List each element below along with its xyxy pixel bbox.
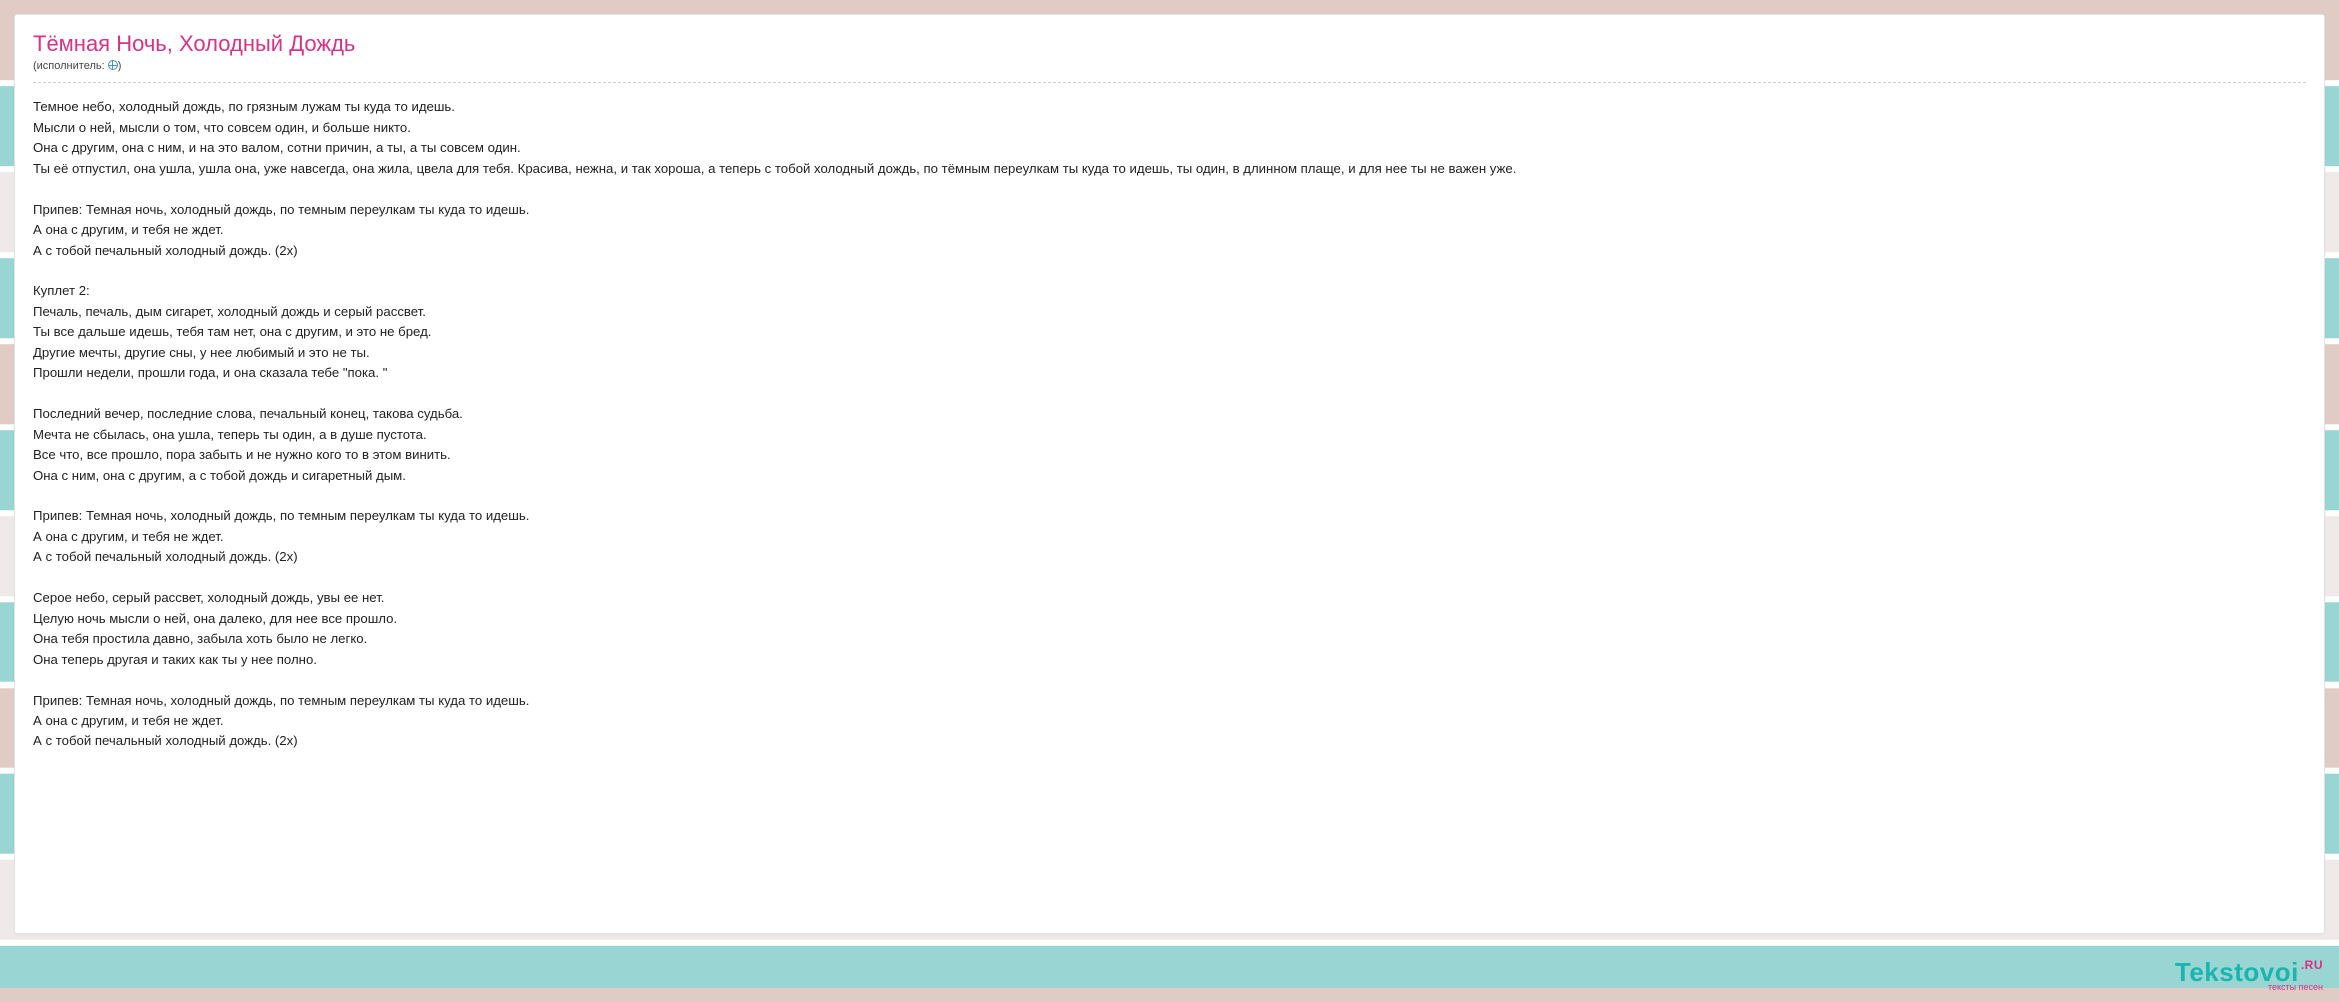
performer-close: ) <box>118 60 122 72</box>
performer-link[interactable] <box>108 60 118 72</box>
performer-line: (исполнитель: ) <box>33 59 2306 72</box>
content-card: Тёмная Ночь, Холодный Дождь (исполнитель… <box>14 14 2325 934</box>
globe-icon <box>108 60 118 70</box>
divider <box>33 82 2306 83</box>
song-title: Тёмная Ночь, Холодный Дождь <box>33 31 2306 57</box>
site-brand: Tekstovoi.RU тексты песен <box>2175 959 2323 992</box>
performer-label: (исполнитель: <box>33 60 108 72</box>
brand-tld: .RU <box>2301 958 2323 972</box>
lyrics-body: Темное небо, холодный дождь, по грязным … <box>33 97 2306 752</box>
